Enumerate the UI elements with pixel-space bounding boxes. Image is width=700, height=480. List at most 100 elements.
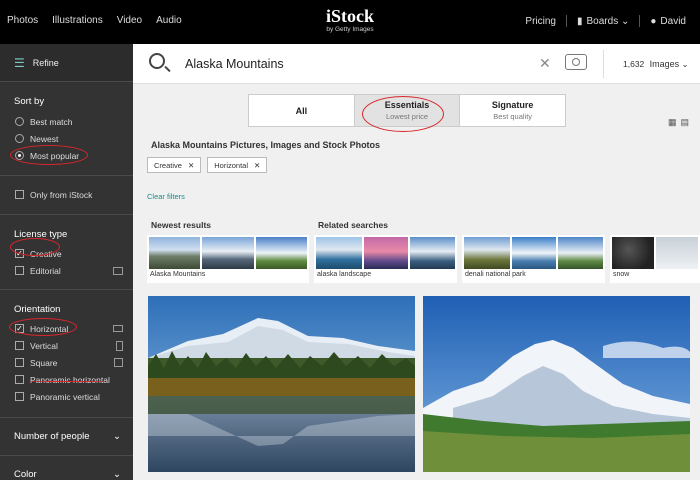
radio-button-selected[interactable] <box>15 151 24 160</box>
checkbox-checked[interactable]: ✓ <box>15 324 24 333</box>
search-bar: Alaska Mountains ✕ 1,632 Images ⌄ <box>133 44 700 84</box>
chevron-down-icon: ⌄ <box>113 431 121 442</box>
media-type-links: Photos Illustrations Video Audio <box>7 15 182 26</box>
license-type-section: License type ✓ Creative Editorial <box>0 215 133 290</box>
user-icon: ● <box>650 15 657 27</box>
related-search-card-3[interactable]: snow <box>610 235 700 283</box>
thumbnail <box>363 237 409 269</box>
nav-photos[interactable]: Photos <box>7 15 38 26</box>
checkbox[interactable] <box>15 190 24 199</box>
newest-results-card[interactable]: Alaska Mountains <box>147 235 309 283</box>
chip-label: Creative <box>154 160 182 170</box>
checkbox[interactable] <box>15 375 24 384</box>
close-icon[interactable]: ✕ <box>188 161 194 170</box>
license-creative[interactable]: ✓ Creative <box>0 245 133 262</box>
grid-view-icon[interactable]: ▦ <box>668 117 677 128</box>
nav-illustrations[interactable]: Illustrations <box>52 15 103 26</box>
search-input[interactable]: Alaska Mountains <box>185 57 284 71</box>
horizontal-shape-icon <box>113 325 123 332</box>
orientation-panoramic-horizontal[interactable]: Panoramic horizontal <box>0 371 133 388</box>
orientation-panoramic-vertical[interactable]: Panoramic vertical <box>0 388 133 405</box>
color-filter[interactable]: Color ⌄ <box>0 456 133 480</box>
user-menu[interactable]: ● David <box>650 16 686 27</box>
thumbnail <box>149 237 201 269</box>
card-label: alaska landscape <box>317 271 372 278</box>
card-label: denali national park <box>465 271 526 278</box>
option-label: Newest <box>30 133 59 144</box>
only-istock-option[interactable]: Only from iStock <box>0 186 133 203</box>
sort-by-title: Sort by <box>14 96 45 107</box>
page-title: Alaska Mountains Pictures, Images and St… <box>151 140 381 150</box>
thumbnail <box>464 237 510 269</box>
logo-text: iStock <box>325 6 374 26</box>
tab-essentials[interactable]: Essentials Lowest price <box>354 95 461 126</box>
result-image-1[interactable] <box>148 296 415 472</box>
close-icon[interactable]: ✕ <box>254 161 260 170</box>
tab-title: Signature <box>491 100 534 110</box>
thumbnail <box>612 237 654 269</box>
checkbox[interactable] <box>15 358 24 367</box>
result-image-2[interactable] <box>423 296 690 472</box>
camera-icon[interactable] <box>565 54 587 70</box>
nav-video[interactable]: Video <box>117 15 142 26</box>
thumbnail <box>202 237 254 269</box>
checkbox-checked[interactable]: ✓ <box>15 249 24 258</box>
collection-tabs: All Essentials Lowest price Signature Be… <box>248 94 566 127</box>
orientation-square[interactable]: Square <box>0 354 133 371</box>
number-of-people-filter[interactable]: Number of people ⌄ <box>0 418 133 456</box>
thumbnail <box>316 237 362 269</box>
thumbnail <box>656 237 698 269</box>
orientation-title: Orientation <box>14 304 61 315</box>
boards-menu[interactable]: ▮ Boards ⌄ <box>577 16 629 27</box>
chip-label: Horizontal <box>214 160 248 170</box>
boards-label: Boards <box>586 15 619 27</box>
filter-chip-horizontal[interactable]: Horizontal ✕ <box>207 157 268 173</box>
account-area: Pricing ▮ Boards ⌄ ● David <box>525 15 686 27</box>
newest-results-title: Newest results <box>151 220 211 230</box>
thumbnail <box>410 237 455 269</box>
view-toggle: ▦ ▤ <box>668 117 689 128</box>
orientation-vertical[interactable]: Vertical <box>0 337 133 354</box>
active-filters: Creative ✕ Horizontal ✕ <box>147 157 268 173</box>
tab-subtitle: Best quality <box>493 112 533 121</box>
card-label: Alaska Mountains <box>150 271 206 278</box>
chevron-down-icon: ⌄ <box>113 469 121 480</box>
tab-all[interactable]: All <box>249 95 355 126</box>
refine-header[interactable]: ☰ Refine <box>0 44 133 82</box>
license-type-title: License type <box>14 229 68 240</box>
radio-button[interactable] <box>15 117 24 126</box>
option-label: Horizontal <box>30 323 69 334</box>
option-label: Best match <box>30 116 73 127</box>
only-istock-section: Only from iStock <box>0 176 133 215</box>
license-editorial[interactable]: Editorial <box>0 262 133 279</box>
logo-subtext: by Getty Images <box>326 26 374 33</box>
option-label: Square <box>30 357 58 368</box>
checkbox[interactable] <box>15 341 24 350</box>
related-search-card-2[interactable]: denali national park <box>462 235 605 283</box>
sort-best-match[interactable]: Best match <box>0 113 133 130</box>
orientation-horizontal[interactable]: ✓ Horizontal <box>0 320 133 337</box>
tab-subtitle: Lowest price <box>385 112 429 121</box>
checkbox[interactable] <box>15 392 24 401</box>
option-label: Panoramic vertical <box>30 391 100 402</box>
clear-filters-link[interactable]: Clear filters <box>147 192 185 201</box>
option-label: Most popular <box>30 150 80 161</box>
sort-most-popular[interactable]: Most popular <box>0 147 133 164</box>
search-icon[interactable] <box>149 53 165 69</box>
sliders-icon: ☰ <box>14 55 25 70</box>
mosaic-view-icon[interactable]: ▤ <box>681 117 690 128</box>
istock-logo[interactable]: iStock by Getty Images <box>315 6 385 33</box>
sort-newest[interactable]: Newest <box>0 130 133 147</box>
nav-audio[interactable]: Audio <box>156 15 182 26</box>
option-label: Panoramic horizontal <box>30 374 110 385</box>
result-count: 1,632 <box>623 59 645 69</box>
radio-button[interactable] <box>15 134 24 143</box>
pricing-link[interactable]: Pricing <box>525 16 556 27</box>
refine-label: Refine <box>32 57 59 68</box>
close-icon[interactable]: ✕ <box>539 55 551 72</box>
filter-chip-creative[interactable]: Creative ✕ <box>147 157 202 173</box>
checkbox[interactable] <box>15 266 24 275</box>
related-search-card-1[interactable]: alaska landscape <box>314 235 457 283</box>
media-type-dropdown[interactable]: 1,632 Images ⌄ <box>623 59 689 70</box>
tab-signature[interactable]: Signature Best quality <box>460 95 565 126</box>
